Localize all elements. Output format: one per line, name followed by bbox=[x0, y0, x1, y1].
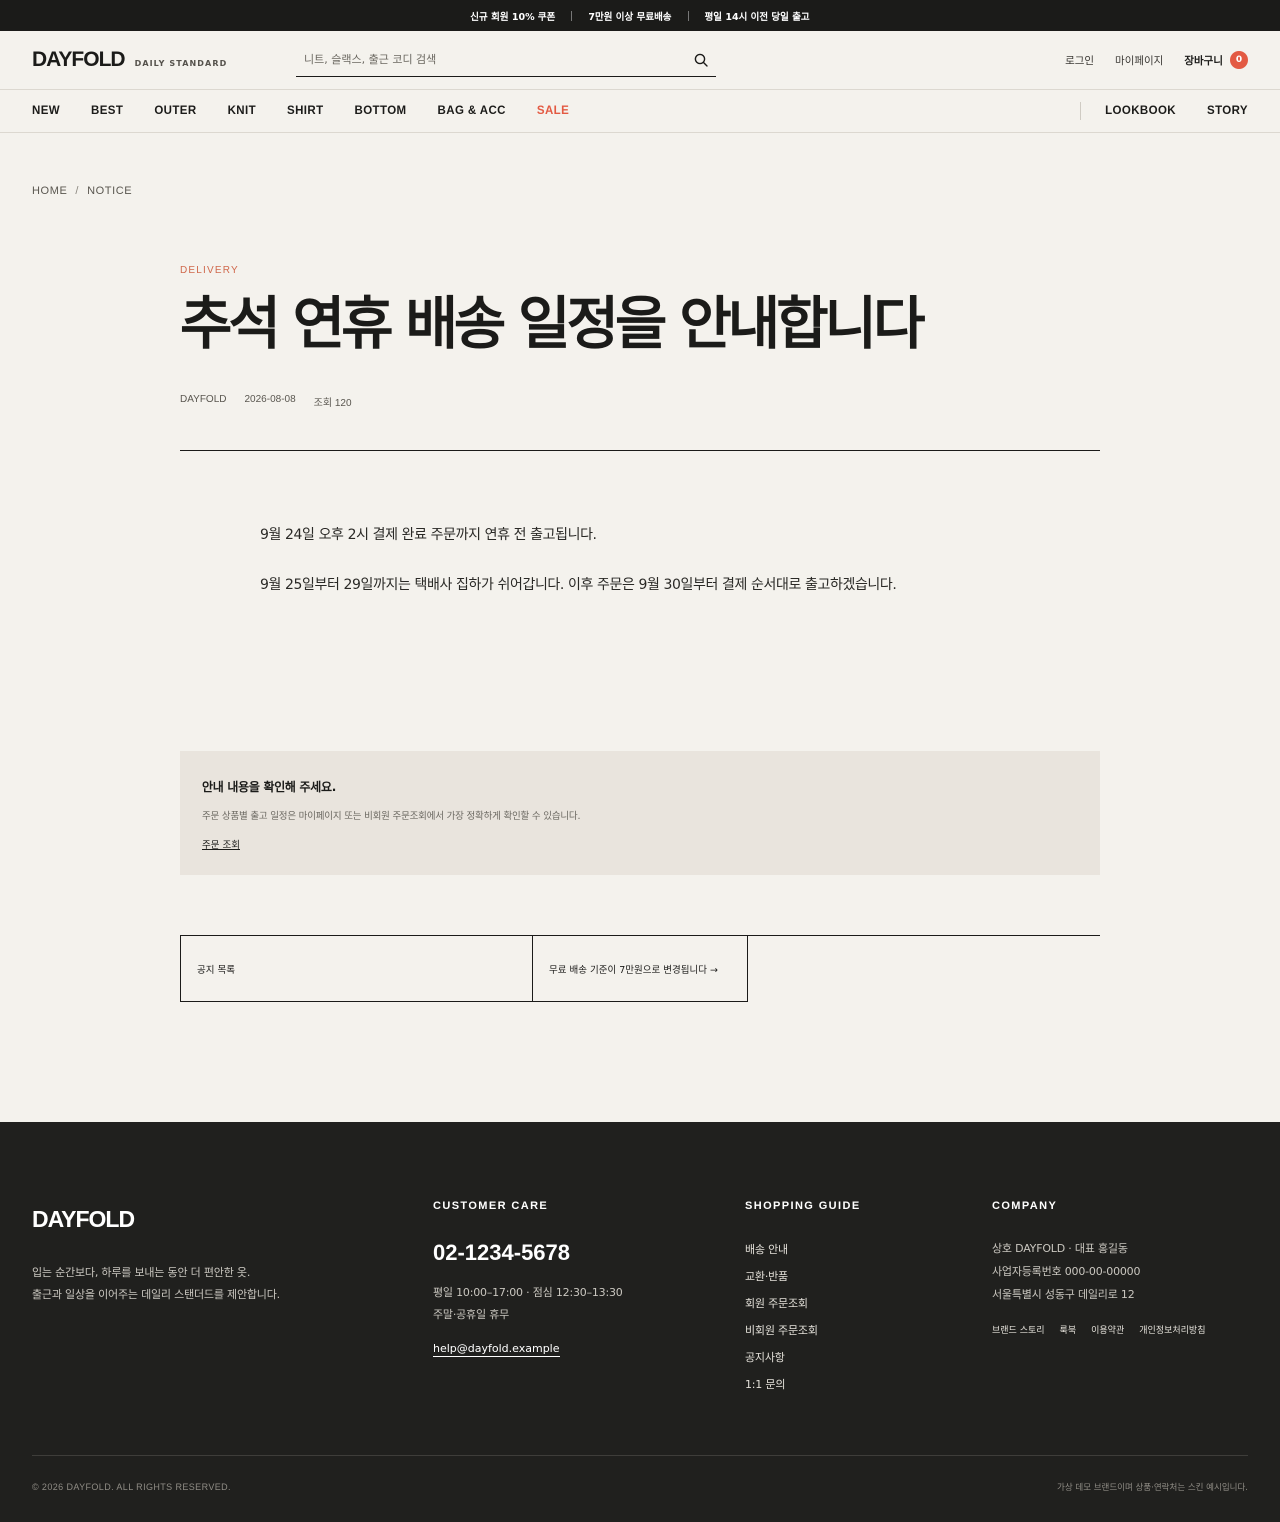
info-box: 안내 내용을 확인해 주세요. 주문 상품별 출고 일정은 마이페이지 또는 비… bbox=[180, 751, 1100, 875]
shopping-guide-list: 배송 안내 교환·반품 회원 주문조회 비회원 주문조회 공지사항 1:1 문의 bbox=[745, 1236, 818, 1398]
notice-paragraph: 9월 24일 오후 2시 결제 완료 주문까지 연휴 전 출고됩니다. bbox=[260, 527, 597, 543]
footer-tagline-line: 입는 순간보다, 하루를 보내는 동안 더 편안한 옷. bbox=[32, 1266, 251, 1279]
cart-link[interactable]: 장바구니 0 bbox=[1184, 51, 1248, 69]
nav-divider bbox=[1080, 102, 1082, 120]
breadcrumb: HOME / NOTICE bbox=[32, 185, 132, 197]
company-info-line: 서울특별시 성동구 데일리로 12 bbox=[992, 1288, 1135, 1301]
guide-link-delivery[interactable]: 배송 안내 bbox=[745, 1243, 788, 1256]
shopping-guide-title: SHOPPING GUIDE bbox=[745, 1200, 861, 1212]
nav-secondary: LOOKBOOK STORY bbox=[1080, 90, 1248, 132]
copyright: © 2026 DAYFOLD. ALL RIGHTS RESERVED. bbox=[32, 1482, 231, 1492]
search-bar bbox=[296, 43, 716, 77]
login-link[interactable]: 로그인 bbox=[1065, 53, 1094, 68]
footer-logo: DAYFOLD bbox=[32, 1206, 135, 1232]
footer-disclaimer: 가상 데모 브랜드이며 상품·연락처는 스킨 예시입니다. bbox=[1057, 1483, 1248, 1493]
guide-link-returns[interactable]: 교환·반품 bbox=[745, 1270, 788, 1283]
guide-link-guest-orders[interactable]: 비회원 주문조회 bbox=[745, 1324, 818, 1337]
info-description: 주문 상품별 출고 일정은 마이페이지 또는 비회원 주문조회에서 가장 정확하… bbox=[202, 811, 581, 822]
customer-care-hours-line: 평일 10:00–17:00 · 점심 12:30–13:30 bbox=[433, 1286, 623, 1299]
company-link-lookbook[interactable]: 룩북 bbox=[1060, 1323, 1077, 1336]
post-navigation: 공지 목록 무료 배송 기준이 7만원으로 변경됩니다 → bbox=[180, 935, 1100, 1002]
nav-item-outer[interactable]: OUTER bbox=[154, 105, 196, 117]
info-title: 안내 내용을 확인해 주세요. bbox=[202, 780, 337, 794]
footer-tagline: 입는 순간보다, 하루를 보내는 동안 더 편안한 옷. 출근과 일상을 이어주… bbox=[32, 1262, 280, 1306]
company-link-privacy[interactable]: 개인정보처리방침 bbox=[1139, 1323, 1205, 1336]
breadcrumb-current: NOTICE bbox=[87, 185, 133, 197]
nav-item-bag-acc[interactable]: BAG & ACC bbox=[438, 105, 506, 117]
nav-item-best[interactable]: BEST bbox=[91, 105, 123, 117]
announcement-bar: 신규 회원 10% 쿠폰 7만원 이상 무료배송 평일 14시 이전 당일 출고 bbox=[0, 0, 1280, 31]
announcement-divider bbox=[687, 10, 689, 21]
notice-views: 조회 120 bbox=[313, 398, 352, 409]
page-title: 추석 연휴 배송 일정을 안내합니다 bbox=[180, 291, 926, 357]
notice-body: 9월 24일 오후 2시 결제 완료 주문까지 연휴 전 출고됩니다. 9월 2… bbox=[260, 525, 1080, 595]
order-lookup-link[interactable]: 주문 조회 bbox=[202, 837, 240, 851]
nav-item-story[interactable]: STORY bbox=[1207, 105, 1248, 117]
nav-item-knit[interactable]: KNIT bbox=[228, 105, 256, 117]
company-info-line: 사업자등록번호 000-00-00000 bbox=[992, 1265, 1141, 1278]
cart-count-badge: 0 bbox=[1230, 51, 1248, 69]
search-input[interactable] bbox=[304, 53, 694, 66]
guide-link-inquiry[interactable]: 1:1 문의 bbox=[745, 1378, 785, 1391]
footer-divider bbox=[32, 1455, 1248, 1456]
breadcrumb-home[interactable]: HOME bbox=[32, 185, 67, 197]
announcement-divider bbox=[571, 10, 573, 21]
notice-category: DELIVERY bbox=[180, 265, 239, 276]
logo-link[interactable]: DAYFOLD DAILY STANDARD bbox=[32, 48, 227, 72]
company-link-brand-story[interactable]: 브랜드 스토리 bbox=[992, 1323, 1045, 1336]
notice-date: 2026-08-08 bbox=[244, 394, 296, 405]
notice-author: DAYFOLD bbox=[180, 394, 227, 405]
breadcrumb-separator: / bbox=[75, 185, 80, 197]
nav-item-shirt[interactable]: SHIRT bbox=[287, 105, 324, 117]
footer-tagline-line: 출근과 일상을 이어주는 데일리 스탠더드를 제안합니다. bbox=[32, 1288, 280, 1301]
nav-item-new[interactable]: NEW bbox=[32, 105, 60, 117]
site-header: DAYFOLD DAILY STANDARD 로그인 마이페이지 장바구니 0 bbox=[0, 31, 1280, 90]
nav-item-lookbook[interactable]: LOOKBOOK bbox=[1105, 105, 1176, 117]
notice-detail: HOME / NOTICE DELIVERY 추석 연휴 배송 일정을 안내합니다 … bbox=[0, 133, 1280, 1122]
guide-link-member-orders[interactable]: 회원 주문조회 bbox=[745, 1297, 808, 1310]
site-footer: DAYFOLD 입는 순간보다, 하루를 보내는 동안 더 편안한 옷. 출근과… bbox=[0, 1122, 1280, 1522]
cart-label: 장바구니 bbox=[1184, 54, 1223, 67]
header-utility: 로그인 마이페이지 장바구니 0 bbox=[1065, 51, 1248, 69]
customer-care-title: CUSTOMER CARE bbox=[433, 1200, 549, 1212]
main-nav: NEW BEST OUTER KNIT SHIRT BOTTOM BAG & A… bbox=[0, 90, 1280, 133]
company-info: 상호 DAYFOLD · 대표 홍길동 사업자등록번호 000-00-00000… bbox=[992, 1237, 1140, 1306]
logo-subtitle: DAILY STANDARD bbox=[134, 59, 228, 68]
search-icon[interactable] bbox=[694, 53, 708, 67]
nav-item-sale[interactable]: SALE bbox=[537, 105, 569, 117]
title-divider bbox=[180, 450, 1100, 451]
company-title: COMPANY bbox=[992, 1200, 1058, 1212]
announcement-shipping[interactable]: 7만원 이상 무료배송 bbox=[588, 9, 671, 23]
notice-paragraph: 9월 25일부터 29일까지는 택배사 집하가 쉬어갑니다. 이후 주문은 9월… bbox=[260, 577, 897, 593]
customer-care-hours: 평일 10:00–17:00 · 점심 12:30–13:30 주말·공휴일 휴… bbox=[433, 1282, 623, 1326]
announcement-coupon[interactable]: 신규 회원 10% 쿠폰 bbox=[470, 9, 555, 23]
company-info-line: 상호 DAYFOLD · 대표 홍길동 bbox=[992, 1242, 1128, 1255]
customer-care-hours-line: 주말·공휴일 휴무 bbox=[433, 1308, 510, 1321]
notice-list-button[interactable]: 공지 목록 bbox=[180, 935, 533, 1002]
mypage-link[interactable]: 마이페이지 bbox=[1115, 53, 1163, 68]
guide-link-notices[interactable]: 공지사항 bbox=[745, 1351, 785, 1364]
customer-care-phone[interactable]: 02-1234-5678 bbox=[433, 1240, 570, 1266]
announcement-dispatch[interactable]: 평일 14시 이전 당일 출고 bbox=[705, 9, 810, 23]
logo: DAYFOLD bbox=[32, 48, 126, 71]
company-link-terms[interactable]: 이용약관 bbox=[1091, 1323, 1124, 1336]
customer-care-email[interactable]: help@dayfold.example bbox=[433, 1342, 560, 1357]
nav-item-bottom[interactable]: BOTTOM bbox=[355, 105, 407, 117]
notice-meta: DAYFOLD 2026-08-08 조회 120 bbox=[180, 394, 352, 409]
company-links: 브랜드 스토리 룩북 이용약관 개인정보처리방침 bbox=[992, 1323, 1205, 1336]
next-notice-button[interactable]: 무료 배송 기준이 7만원으로 변경됩니다 → bbox=[532, 935, 748, 1002]
